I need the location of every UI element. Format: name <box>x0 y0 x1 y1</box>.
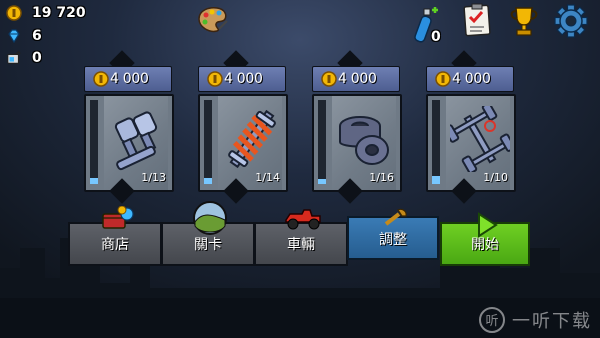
level-progress-bar <box>204 100 212 184</box>
vehicles-button[interactable]: 車輛 <box>254 209 348 266</box>
upgrade-price-button[interactable]: 4 000 <box>426 66 514 92</box>
upgrade-price: 4 000 <box>224 71 263 87</box>
upgrade-level: 1/16 <box>369 171 394 184</box>
level-progress-bar <box>432 100 440 184</box>
coin-icon <box>321 71 337 87</box>
coin-icon <box>6 5 22 21</box>
gem-count: 6 <box>32 28 42 44</box>
trophy-button[interactable] <box>507 5 541 37</box>
suspension-part-icon <box>228 109 276 169</box>
watermark: 听 一听下载 <box>478 306 592 334</box>
upgrade-price-button[interactable]: 4 000 <box>84 66 172 92</box>
coin-stat: 19 720 <box>6 4 86 22</box>
gear-icon <box>554 4 588 38</box>
shop-label: 商店 <box>101 237 129 253</box>
fuel-count: 0 <box>32 50 42 66</box>
upgrade-panel: 1/10 <box>426 94 516 192</box>
hill-stage-icon <box>193 201 227 235</box>
stages-button[interactable]: 關卡 <box>161 201 255 266</box>
tuning-button[interactable]: 調整 <box>347 208 439 260</box>
shop-button[interactable]: 商店 <box>68 206 162 266</box>
settings-button[interactable] <box>554 4 588 38</box>
gem-stat: 6 <box>6 27 42 45</box>
upgrade-card-tires[interactable]: 4 000 1/16 <box>308 50 402 204</box>
coin-count: 19 720 <box>32 5 86 21</box>
upgrade-level: 1/14 <box>255 171 280 184</box>
upgrade-price: 4 000 <box>452 71 491 87</box>
fuel-canister-icon <box>6 50 22 66</box>
coin-icon <box>207 71 223 87</box>
upgrade-panel: 1/14 <box>198 94 288 192</box>
tuning-label: 調整 <box>379 232 407 248</box>
coin-icon <box>93 71 109 87</box>
trophy-icon <box>510 7 538 36</box>
jeep-icon <box>285 209 321 230</box>
stages-label: 關卡 <box>194 237 222 253</box>
tires-part-icon <box>339 116 389 165</box>
level-progress-bar <box>318 100 326 184</box>
upgrade-level: 1/13 <box>141 171 166 184</box>
upgrade-card-engine[interactable]: 4 000 1/13 <box>80 50 174 204</box>
watermark-logo-icon: 听 <box>479 307 505 333</box>
wrench-icon <box>384 208 407 226</box>
engine-part-icon <box>114 111 158 171</box>
coin-icon <box>435 71 451 87</box>
treasure-chest-icon <box>102 206 134 229</box>
watermark-text: 一听下载 <box>512 311 592 332</box>
start-button[interactable]: 開始 <box>440 212 530 266</box>
watermark-logo-text: 听 <box>485 314 498 329</box>
upgrade-level: 1/10 <box>483 171 508 184</box>
drivetrain-part-icon <box>450 106 510 172</box>
upgrade-card-suspension[interactable]: 4 000 1/14 <box>194 50 288 204</box>
upgrade-price-button[interactable]: 4 000 <box>312 66 400 92</box>
level-progress-bar <box>90 100 98 184</box>
upgrade-card-4wd[interactable]: 4 000 1/10 <box>422 50 516 204</box>
upgrade-price: 4 000 <box>110 71 149 87</box>
upgrade-panel: 1/13 <box>84 94 174 192</box>
gem-icon <box>6 28 22 44</box>
paint-palette-icon[interactable] <box>195 5 229 33</box>
upgrade-panel: 1/16 <box>312 94 402 192</box>
missions-button[interactable] <box>460 3 494 37</box>
play-arrow-icon <box>478 212 498 238</box>
checklist-icon <box>463 3 491 37</box>
fuel-stat: 0 <box>6 49 42 67</box>
upgrade-price-button[interactable]: 4 000 <box>198 66 286 92</box>
vehicles-label: 車輛 <box>287 237 315 253</box>
upgrade-price: 4 000 <box>338 71 377 87</box>
fuel-can-count: 0 <box>431 29 441 45</box>
